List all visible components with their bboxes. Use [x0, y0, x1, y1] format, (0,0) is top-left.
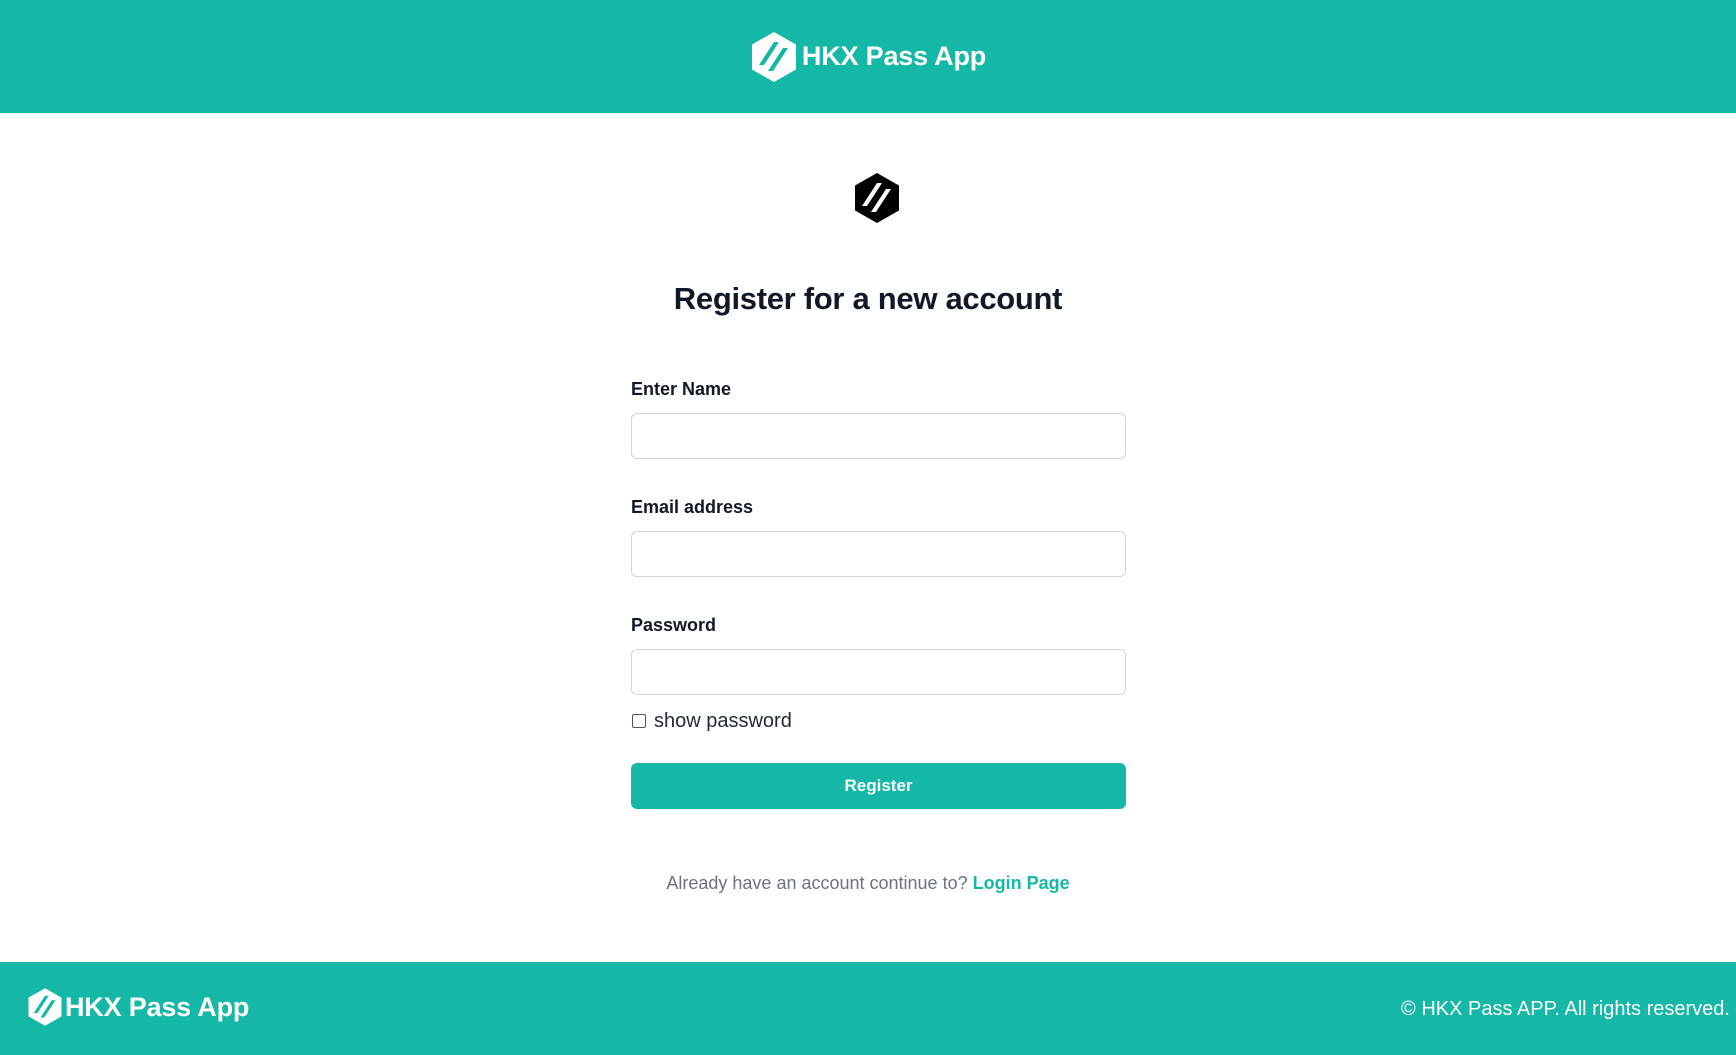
header-brand[interactable]: HKX Pass App [750, 31, 986, 83]
show-password-checkbox[interactable] [632, 714, 646, 728]
page-title: Register for a new account [673, 281, 1063, 316]
footer-brand-name: HKX Pass App [65, 991, 250, 1022]
footer-brand[interactable]: HKX Pass App [27, 987, 249, 1027]
login-prompt-line: Already have an account continue to? Log… [0, 873, 1736, 894]
register-form: Enter Name Email address Password show p… [631, 378, 1126, 809]
header-brand-name: HKX Pass App [801, 41, 987, 71]
top-header: HKX Pass App [0, 0, 1736, 113]
footer: HKX Pass App © HKX Pass APP. All rights … [0, 962, 1736, 1055]
hexagon-slash-logo-icon [853, 172, 901, 229]
copyright-text: © HKX Pass APP. All rights reserved. [1401, 998, 1730, 1020]
name-label: Enter Name [631, 379, 732, 399]
email-field-group: Email address [631, 496, 1126, 577]
show-password-label[interactable]: show password [654, 710, 792, 733]
hexagon-slash-logo-icon [27, 987, 63, 1027]
login-page-link[interactable]: Login Page [973, 873, 1070, 893]
login-prompt-text: Already have an account continue to? [666, 873, 968, 893]
show-password-row[interactable]: show password [631, 709, 1126, 733]
password-field-group: Password [631, 614, 1126, 695]
password-label: Password [631, 615, 717, 635]
name-input[interactable] [631, 413, 1126, 459]
hexagon-slash-logo-icon [750, 31, 798, 83]
password-input[interactable] [631, 649, 1126, 695]
email-input[interactable] [631, 531, 1126, 577]
register-button[interactable]: Register [631, 763, 1126, 809]
register-main: Register for a new account Enter Name Em… [0, 113, 1736, 962]
email-label: Email address [631, 497, 754, 517]
name-field-group: Enter Name [631, 378, 1126, 459]
